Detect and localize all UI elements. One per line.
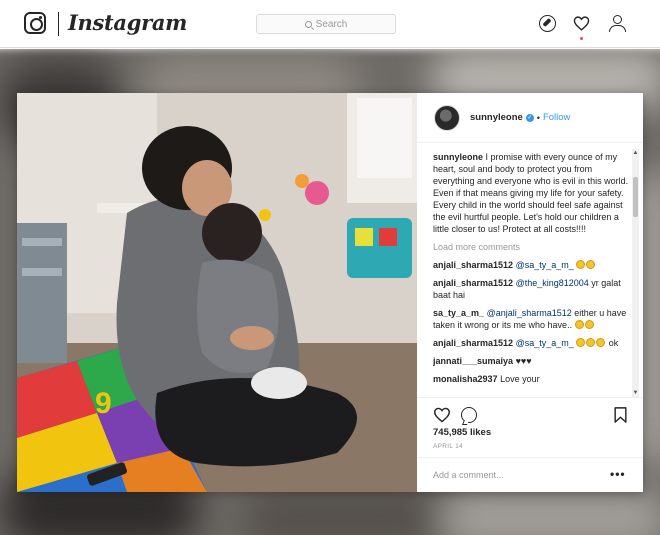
- comment-item: sa_ty_a_m_ @anjali_sharma1512 either u h…: [433, 307, 629, 331]
- comment-mention[interactable]: @anjali_sharma1512: [487, 308, 572, 318]
- caption-text: I promise with every ounce of my heart, …: [433, 152, 629, 234]
- comment-text: Love your: [500, 374, 540, 384]
- comment-item: anjali_sharma1512 @the_king812004 yr gal…: [433, 277, 629, 301]
- comments-scrollbar[interactable]: ▲ ▼: [632, 149, 639, 397]
- comment-username[interactable]: anjali_sharma1512: [433, 278, 513, 288]
- comment-mention[interactable]: @sa_ty_a_m_: [516, 260, 574, 270]
- comment-item: jannati___sumaiya ♥♥♥: [433, 355, 629, 367]
- comment-username[interactable]: jannati___sumaiya: [433, 356, 513, 366]
- compass-icon[interactable]: [539, 15, 556, 32]
- verified-badge-icon: ✓: [525, 113, 534, 122]
- load-more-comments-button[interactable]: Load more comments: [433, 241, 629, 253]
- emoji-icon: [574, 320, 584, 329]
- top-nav: Instagram Search: [0, 0, 660, 48]
- separator-dot: •: [536, 112, 540, 123]
- heart-icon[interactable]: [573, 15, 590, 32]
- profile-icon[interactable]: [609, 15, 626, 32]
- follow-button[interactable]: Follow: [543, 112, 570, 123]
- comment-bubble-icon[interactable]: [461, 407, 477, 423]
- add-comment-bar: •••: [417, 457, 643, 492]
- more-options-icon[interactable]: •••: [610, 467, 626, 481]
- scroll-down-arrow-icon[interactable]: ▼: [632, 389, 639, 397]
- comment-item: anjali_sharma1512 @sa_ty_a_m_: [433, 259, 629, 271]
- avatar[interactable]: [434, 104, 460, 131]
- instagram-wordmark[interactable]: Instagram: [68, 10, 187, 35]
- instagram-logo-icon[interactable]: [24, 12, 46, 34]
- caption: sunnyleone I promise with every ounce of…: [433, 151, 629, 235]
- likes-count[interactable]: 745,985 likes: [433, 427, 491, 438]
- comment-mention[interactable]: @sa_ty_a_m_: [516, 338, 574, 348]
- emoji-icon: [576, 260, 586, 269]
- emoji-icon: [596, 338, 606, 347]
- post-username[interactable]: sunnyleone: [470, 112, 523, 123]
- nav-divider: [58, 12, 59, 36]
- emoji-icon: [576, 338, 586, 347]
- add-comment-input[interactable]: [433, 468, 593, 482]
- comment-text: ok: [608, 338, 619, 348]
- comment-mention[interactable]: @the_king812004: [516, 278, 589, 288]
- notification-dot: [580, 37, 583, 40]
- comment-item: anjali_sharma1512 @sa_ty_a_m_ ok: [433, 337, 629, 349]
- comment-item: monalisha2937 Love your: [433, 373, 629, 385]
- post-photo[interactable]: 9: [17, 93, 417, 492]
- comment-username[interactable]: monalisha2937: [433, 374, 498, 384]
- search-placeholder: Search: [315, 18, 348, 30]
- search-box[interactable]: Search: [256, 14, 396, 34]
- post-date: APRIL 14: [433, 443, 463, 450]
- post-photo-illustration: 9: [17, 93, 417, 492]
- comment-username[interactable]: anjali_sharma1512: [433, 338, 513, 348]
- bookmark-icon[interactable]: [614, 407, 627, 423]
- caption-username[interactable]: sunnyleone: [433, 152, 483, 162]
- scroll-thumb[interactable]: [633, 177, 638, 217]
- search-icon: [304, 20, 312, 28]
- emoji-icon: [586, 260, 596, 269]
- svg-text:9: 9: [95, 387, 112, 420]
- emoji-icon: [586, 338, 596, 347]
- comments-list: sunnyleone I promise with every ounce of…: [433, 151, 629, 395]
- like-heart-icon[interactable]: [433, 407, 451, 423]
- post-header: sunnyleone ✓ • Follow: [417, 93, 643, 143]
- post-modal: 9 sunnyleone ✓ • Follow sunnyleone I pro…: [17, 93, 643, 492]
- emoji-icon: [584, 320, 594, 329]
- comment-username[interactable]: sa_ty_a_m_: [433, 308, 484, 318]
- post-side-panel: sunnyleone ✓ • Follow sunnyleone I promi…: [417, 93, 643, 492]
- comment-username[interactable]: anjali_sharma1512: [433, 260, 513, 270]
- scroll-up-arrow-icon[interactable]: ▲: [632, 149, 639, 157]
- comment-text: ♥♥♥: [515, 356, 532, 366]
